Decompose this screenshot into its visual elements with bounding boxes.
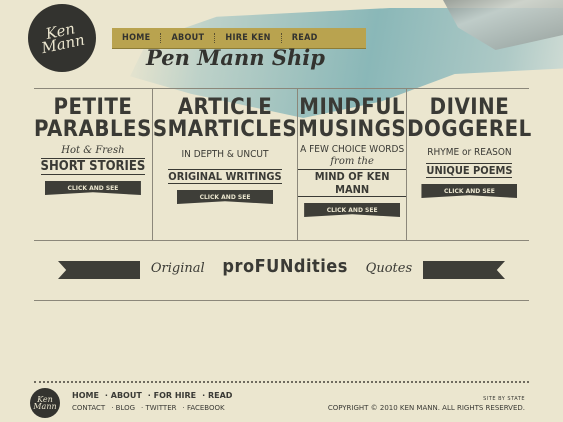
divider [34,240,529,241]
click-and-see-button[interactable]: CLICK AND SEE [421,184,518,198]
category-columns: PETITE PARABLES Hot & Fresh SHORT STORIE… [34,88,532,240]
nav-home[interactable]: HOME [112,33,162,43]
column-short-stories: PETITE PARABLES Hot & Fresh SHORT STORIE… [34,88,153,240]
quotes-banner[interactable]: Original proFUNdities Quotes [34,256,529,284]
footer-divider [34,381,529,383]
nav-read[interactable]: READ [282,33,328,43]
click-and-see-button[interactable]: CLICK AND SEE [304,203,401,217]
logo[interactable]: Ken Mann [28,4,96,72]
footer-subnav: CONTACT · BLOG · TWITTER · FACEBOOK [72,404,225,412]
tagline: Pen Mann Ship [146,45,325,70]
footer-logo[interactable]: Ken Mann [30,388,60,418]
nav-hire-ken[interactable]: HIRE KEN [215,33,282,43]
profundities-title: proFUNdities [222,256,348,277]
column-original-writings: ARTICLE SMARTICLES IN DEPTH & UNCUT ORIG… [153,88,299,240]
click-and-see-button[interactable]: CLICK AND SEE [44,181,141,195]
column-ken-mann: MINDFUL MUSINGS A FEW CHOICE WORDS from … [298,88,408,240]
divider [34,300,529,301]
footer-nav: HOME · ABOUT · FOR HIRE · READ [72,391,233,400]
site-credit[interactable]: SITE BY STATE [483,396,525,402]
click-and-see-button[interactable]: CLICK AND SEE [177,190,273,204]
copyright: COPYRIGHT © 2010 KEN MANN. ALL RIGHTS RE… [327,404,525,412]
column-unique-poems: DIVINE DOGGEREL RHYME or REASON UNIQUE P… [407,88,532,240]
nav-about[interactable]: ABOUT [161,33,216,43]
